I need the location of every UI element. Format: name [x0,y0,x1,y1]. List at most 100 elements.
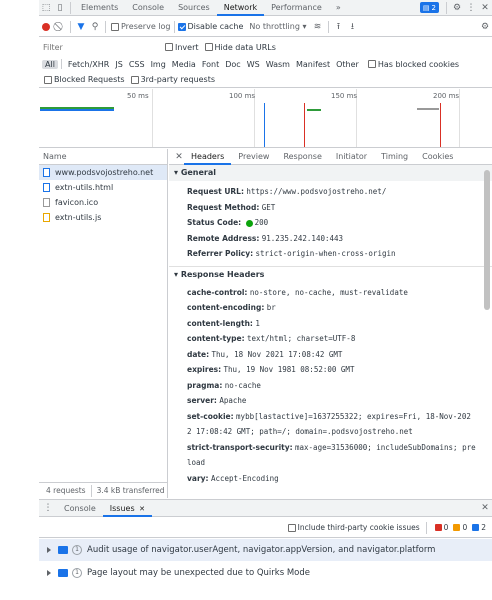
network-overview-timeline[interactable]: 50 ms 100 ms 150 ms 200 ms [39,89,492,148]
timeline-tick-label: 150 ms [331,92,358,100]
info-count-badge: 2 [472,523,486,532]
general-row: Remote Address: 91.235.242.140:443 [169,231,492,247]
tab-performance[interactable]: Performance [264,0,329,16]
tab-console[interactable]: Console [125,0,171,16]
more-tabs-button[interactable]: » [329,0,348,16]
divider [70,20,71,33]
issue-title: Page layout may be unexpected due to Qui… [87,568,310,578]
info-count: 2 [481,523,486,532]
tab-response[interactable]: Response [276,149,328,165]
tab-sources[interactable]: Sources [171,0,217,16]
header-key: content-encoding: [187,303,265,312]
details-tabbar: ✕ Headers Preview Response Initiator Tim… [169,149,492,165]
error-count: 0 [443,523,449,532]
import-har-icon[interactable]: ⭱ [332,20,346,34]
type-filter-all[interactable]: All [42,59,58,69]
third-party-cookie-checkbox[interactable]: Include third-party cookie issues [287,523,420,532]
error-count-badge: 0 [434,523,449,532]
document-file-icon [43,168,50,177]
tab-network[interactable]: Network [216,0,265,16]
drawer-tab-console[interactable]: Console [57,500,103,517]
response-headers-section-header[interactable]: ▾ Response Headers [169,265,492,282]
type-filter-css[interactable]: CSS [126,60,148,69]
request-details-pane: ✕ Headers Preview Response Initiator Tim… [169,149,492,498]
preserve-log-checkbox[interactable]: Preserve log [111,22,171,31]
request-row[interactable]: extn-utils.js [39,210,167,225]
type-filter-other[interactable]: Other [333,60,362,69]
type-filter-js[interactable]: JS [112,60,125,69]
response-header-row: server: Apache [169,393,492,409]
tab-headers[interactable]: Headers [184,149,232,165]
devtools-tabbar: ⬚ ▯ Elements Console Sources Network Per… [39,0,492,16]
header-key: content-length: [187,318,253,328]
network-conditions-icon[interactable]: ≋ [311,20,325,34]
inspect-element-icon[interactable]: ⬚ [39,1,53,15]
type-filter-ws[interactable]: WS [244,60,263,69]
header-value: load [187,458,206,467]
type-filter-font[interactable]: Font [199,60,222,69]
header-value: Thu, 19 Nov 1981 08:52:00 GMT [223,365,355,374]
export-har-icon[interactable]: ⭳ [346,20,360,34]
divider [446,1,447,14]
header-key: Status Code: [187,218,242,227]
response-header-row: set-cookie: mybb[lastactive]=1637255322;… [169,409,492,425]
details-scrollbar[interactable] [484,170,490,310]
throttling-select[interactable]: No throttling ▾ [249,22,306,31]
blocked-requests-checkbox[interactable]: Blocked Requests [44,75,125,84]
issues-counter[interactable]: ▤ 2 [419,2,439,13]
request-row[interactable]: www.podsvojostreho.net [39,165,167,180]
disable-cache-checkbox[interactable]: Disable cache [177,22,243,31]
issues-icon: ▤ [422,3,430,12]
issue-row[interactable]: 1 Page layout may be unexpected due to Q… [39,562,492,584]
transferred-size: 3.4 kB transferred [96,486,165,495]
name-column-header[interactable]: Name [39,149,167,165]
divider [105,20,106,33]
hide-data-urls-checkbox[interactable]: Hide data URLs [204,43,276,52]
header-value: 2 17:08:42 GMT; path=/; domain=.podsvojo… [187,427,413,436]
drawer-menu-icon[interactable]: ⋮ [39,501,57,515]
header-key: strict-transport-security: [187,442,293,452]
type-filter-fetch-xhr[interactable]: Fetch/XHR [65,60,112,69]
issue-row[interactable]: 1 Audit usage of navigator.userAgent, na… [39,539,492,561]
has-blocked-cookies-checkbox[interactable]: Has blocked cookies [367,60,459,69]
tab-elements[interactable]: Elements [74,0,125,16]
close-devtools-icon[interactable]: ✕ [478,1,492,15]
third-party-requests-checkbox[interactable]: 3rd-party requests [130,75,215,84]
invert-checkbox[interactable]: Invert [165,43,199,52]
type-filter-manifest[interactable]: Manifest [293,60,333,69]
tab-initiator[interactable]: Initiator [329,149,374,165]
error-icon [434,524,442,531]
tab-preview[interactable]: Preview [231,149,276,165]
header-value: br [266,303,276,312]
header-key: pragma: [187,380,223,390]
search-icon[interactable]: ⚲ [88,20,102,34]
type-filter-img[interactable]: Img [148,60,169,69]
close-drawer-icon[interactable]: ✕ [478,501,492,515]
settings-gear-icon[interactable]: ⚙ [450,1,464,15]
close-issues-tab-icon[interactable]: ✕ [139,505,145,513]
record-icon[interactable] [39,20,53,34]
tab-timing[interactable]: Timing [374,149,415,165]
close-details-icon[interactable]: ✕ [174,150,184,164]
response-header-row: expires: Thu, 19 Nov 1981 08:52:00 GMT [169,362,492,378]
request-row[interactable]: favicon.ico [39,195,167,210]
network-settings-gear-icon[interactable]: ⚙ [478,20,492,34]
filter-input[interactable] [39,40,157,54]
general-section-header[interactable]: ▾ General [169,165,492,181]
drawer-tab-issues-label: Issues [109,503,135,513]
more-options-icon[interactable]: ⋮ [464,1,478,15]
preserve-log-label: Preserve log [121,22,171,31]
request-row[interactable]: extn-utils.html [39,180,167,195]
timeline-tick-label: 100 ms [229,92,256,100]
type-filter-media[interactable]: Media [169,60,199,69]
device-toolbar-icon[interactable]: ▯ [53,1,67,15]
clear-icon[interactable]: ⃠ [53,20,67,34]
filter-icon[interactable]: ▼ [74,20,88,34]
type-filter-wasm[interactable]: Wasm [263,60,293,69]
header-value: 200 [254,218,269,227]
timeline-request-bar [40,109,114,111]
type-filter-doc[interactable]: Doc [222,60,243,69]
tab-cookies[interactable]: Cookies [415,149,460,165]
drawer-tab-issues[interactable]: Issues ✕ [102,500,153,517]
third-party-cookie-label: Include third-party cookie issues [297,523,420,532]
